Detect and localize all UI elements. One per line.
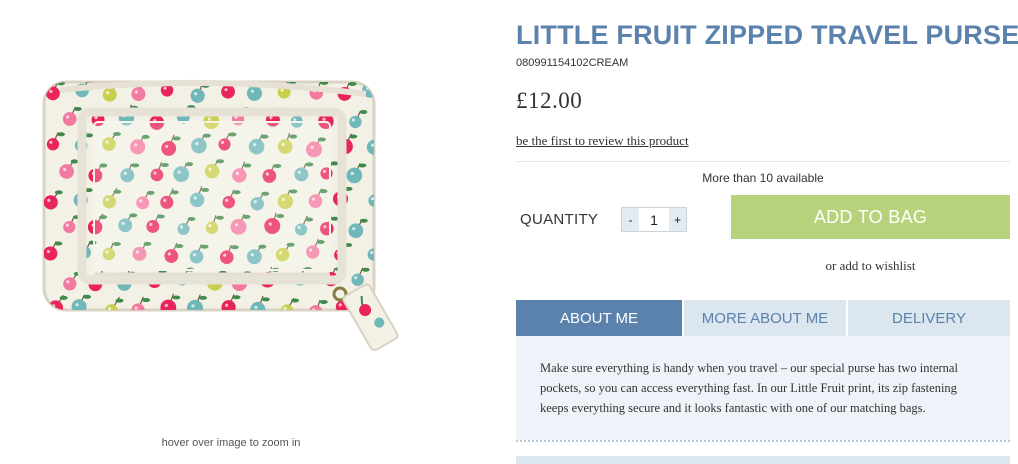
quantity-increment-button[interactable]: + (669, 208, 686, 231)
tab-about-me[interactable]: ABOUT ME (516, 300, 682, 343)
zip-pull (342, 283, 399, 352)
product-info-tabs: ABOUT ME MORE ABOUT ME DELIVERY (516, 300, 1010, 343)
tab-panel-about-me: Make sure everything is handy when you t… (516, 336, 1010, 440)
product-title: LITTLE FRUIT ZIPPED TRAVEL PURSE (516, 20, 1018, 50)
fruit-motif (379, 266, 398, 286)
purse-photo[interactable] (30, 60, 450, 390)
tab-more-about-me[interactable]: MORE ABOUT ME (684, 300, 846, 336)
quantity-stepper: - + (621, 207, 687, 232)
dotted-divider (516, 440, 1010, 442)
fruit-motif (381, 213, 400, 232)
review-link[interactable]: be the first to review this product (516, 133, 689, 149)
quantity-decrement-button[interactable]: - (622, 208, 639, 231)
card-window (93, 121, 331, 271)
product-image[interactable] (30, 60, 450, 390)
product-sku: 080991154102CREAM (516, 57, 629, 69)
divider (516, 161, 1010, 162)
fruit-motif (378, 161, 396, 179)
quantity-label: QUANTITY (520, 211, 599, 228)
product-description: Make sure everything is handy when you t… (540, 361, 958, 415)
next-section-bar (516, 456, 1010, 464)
quantity-input[interactable] (639, 208, 669, 231)
fruit-motif (377, 107, 395, 127)
tab-delivery[interactable]: DELIVERY (848, 300, 1010, 336)
add-to-wishlist-link[interactable]: or add to wishlist (731, 258, 1010, 274)
add-to-bag-button[interactable]: ADD TO BAG (731, 195, 1010, 239)
availability-text: More than 10 available (702, 171, 824, 185)
product-price: £12.00 (516, 88, 583, 113)
zoom-hint: hover over image to zoom in (161, 437, 301, 449)
